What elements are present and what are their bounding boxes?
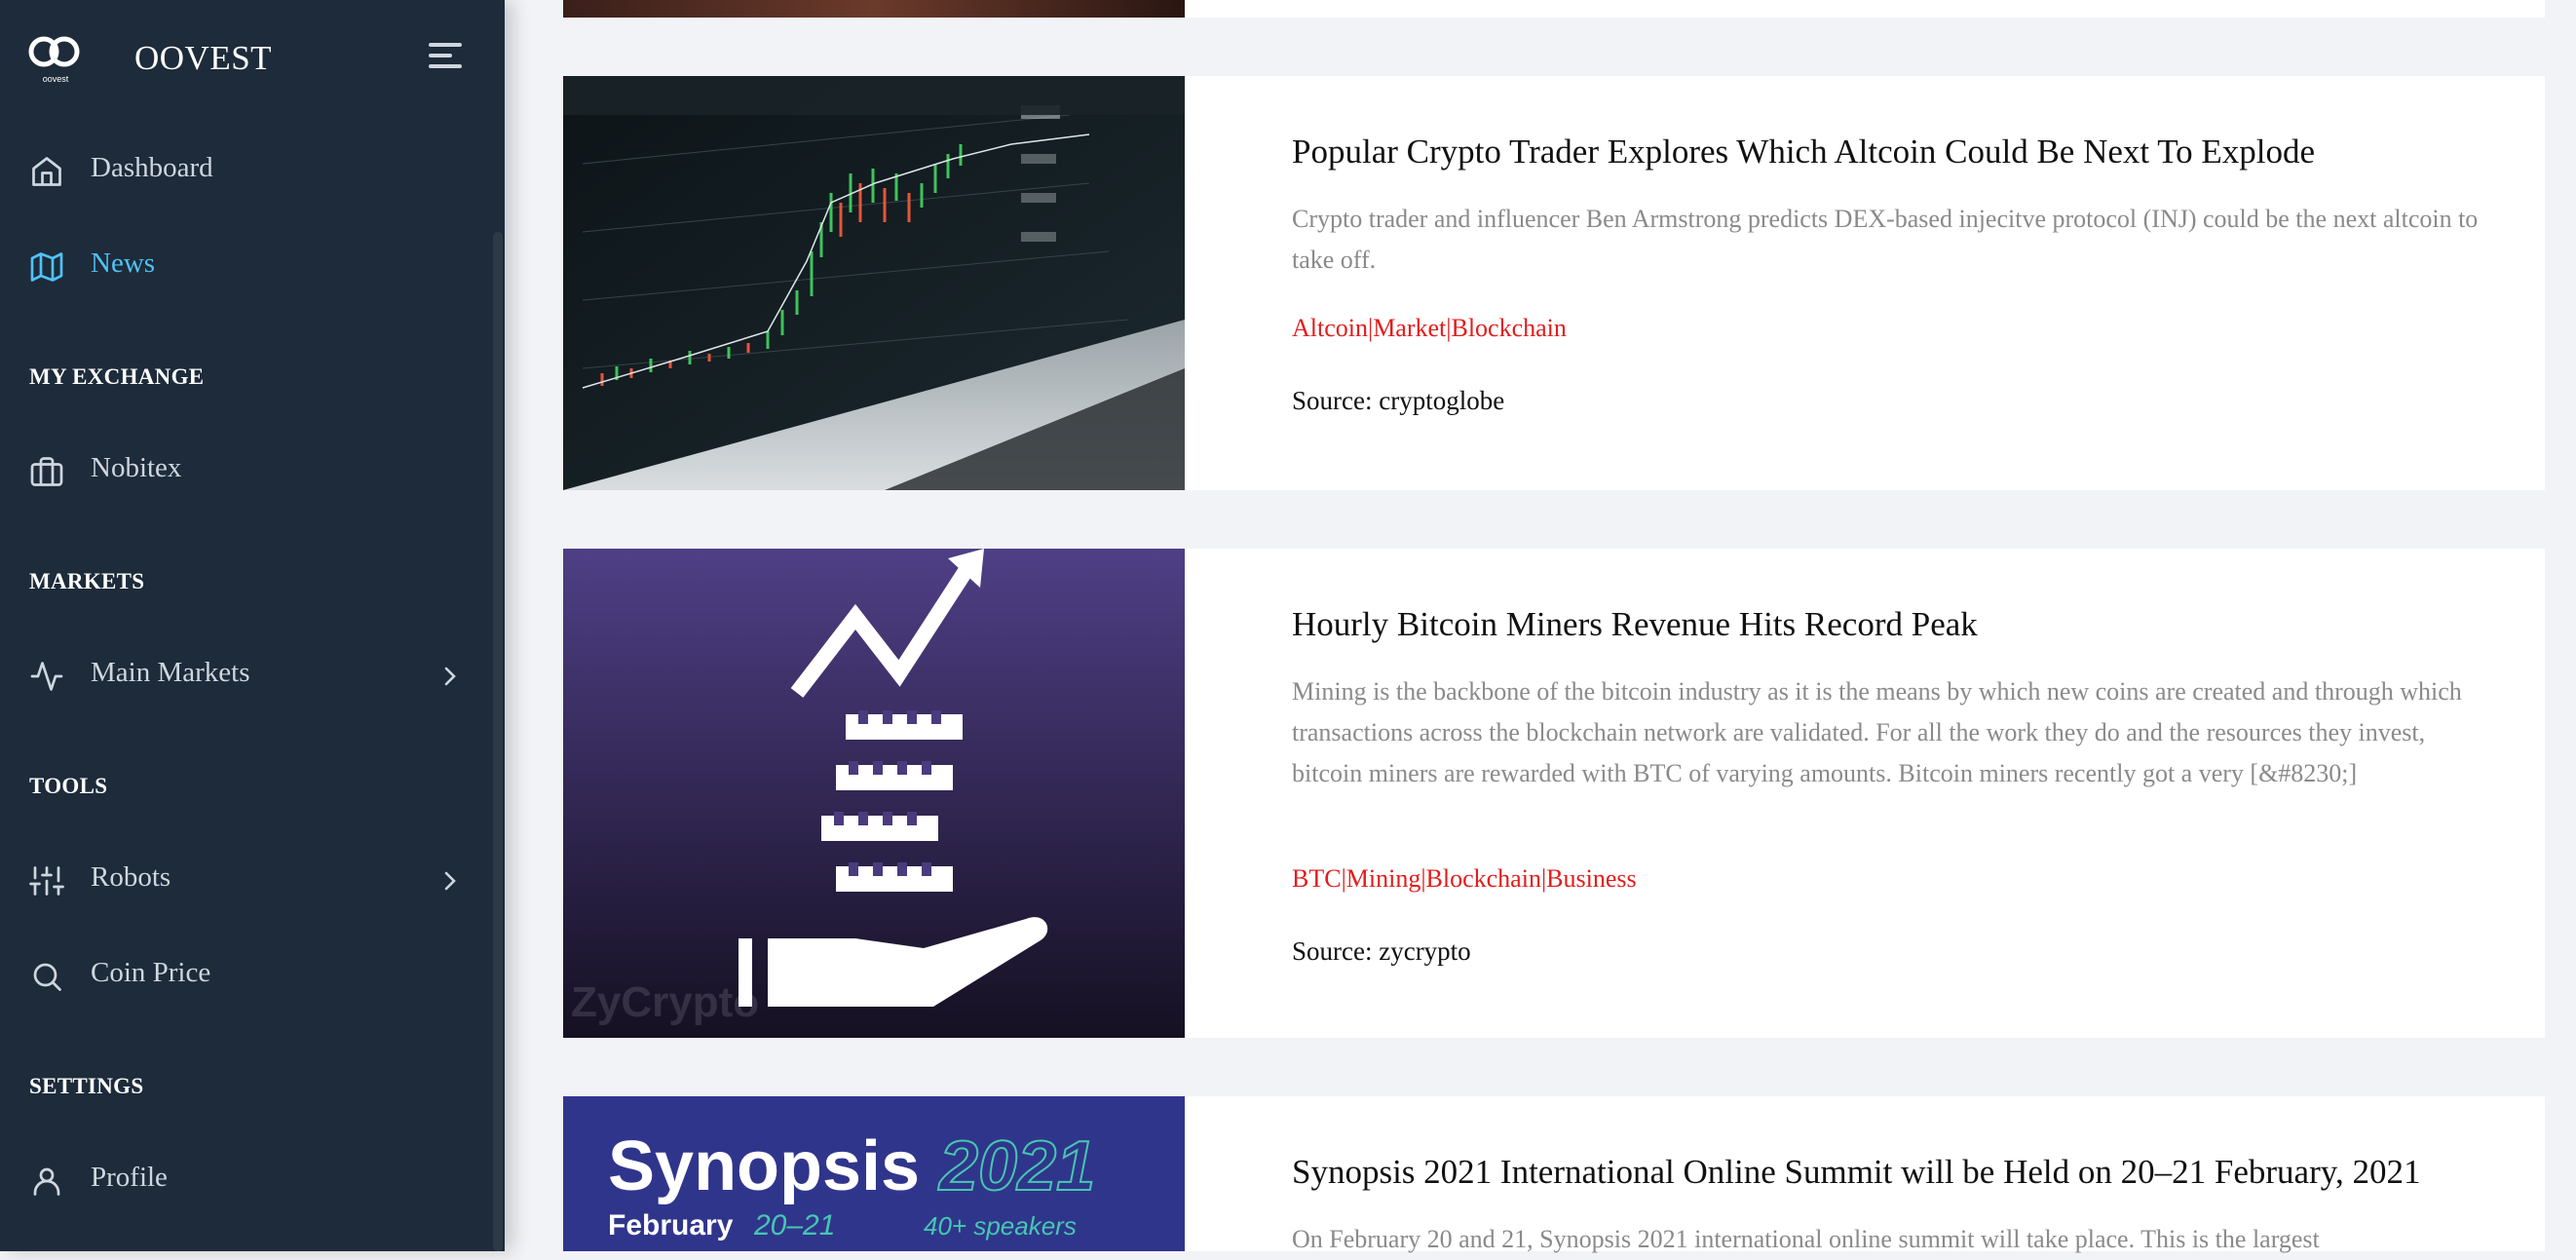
search-icon — [33, 963, 61, 991]
brand-name: OOVEST — [134, 39, 273, 77]
sidebar-item-coin-price[interactable]: Coin Price — [0, 937, 493, 1015]
activity-icon — [30, 662, 63, 691]
article-excerpt: On February 20 and 21, Synopsis 2021 int… — [1292, 1225, 2320, 1253]
sidebar-item-label: News — [91, 248, 156, 279]
sidebar-item-profile[interactable]: Profile — [0, 1142, 493, 1220]
sidebar-item-dashboard[interactable]: Dashboard — [0, 133, 493, 210]
briefcase-icon — [30, 457, 63, 486]
news-card[interactable]: Popular Crypto Trader Explores Which Alt… — [563, 76, 2545, 490]
article-tags[interactable]: BTC|Mining|Blockchain|Business — [1292, 864, 1637, 894]
news-card[interactable]: Synopsis 2021 February 20–21 40+ speaker… — [563, 1096, 2545, 1253]
sidebar-item-label: Main Markets — [91, 657, 250, 688]
article-title[interactable]: Synopsis 2021 International Online Summi… — [1292, 1153, 2420, 1192]
section-heading-my-exchange: MY EXCHANGE — [29, 364, 205, 389]
svg-text:20–21: 20–21 — [753, 1209, 835, 1241]
svg-text:ZyCrypto: ZyCrypto — [571, 978, 759, 1026]
sidebar-item-label: Coin Price — [91, 957, 211, 988]
menu-toggle-icon[interactable] — [429, 43, 468, 74]
brand-header: oovest OOVEST — [0, 0, 505, 117]
svg-text:oovest: oovest — [43, 74, 69, 84]
sidebar-item-robots[interactable]: Robots — [0, 842, 493, 920]
news-card[interactable]: ZyCrypto Hourly Bitcoin Miners Revenue H… — [563, 549, 2545, 1038]
sidebar-item-label: Nobitex — [91, 452, 182, 483]
sidebar-scrollbar[interactable] — [493, 232, 503, 1251]
svg-text:40+ speakers: 40+ speakers — [924, 1211, 1077, 1241]
sliders-icon — [29, 866, 64, 896]
section-heading-markets: MARKETS — [29, 569, 145, 593]
sidebar-item-label: Dashboard — [91, 152, 213, 183]
article-source: Source: zycrypto — [1292, 936, 1471, 966]
news-card-previous[interactable] — [563, 0, 2545, 18]
sidebar-item-news[interactable]: News — [0, 228, 493, 306]
sidebar-item-nobitex[interactable]: Nobitex — [0, 433, 493, 511]
sidebar: oovest OOVEST Dashboard News MY EXCHANGE… — [0, 0, 505, 1251]
article-title[interactable]: Hourly Bitcoin Miners Revenue Hits Recor… — [1292, 605, 1978, 644]
home-icon — [32, 157, 61, 186]
svg-text:Synopsis: Synopsis — [608, 1127, 920, 1205]
svg-text:2021: 2021 — [937, 1127, 1095, 1205]
sidebar-item-label: Profile — [91, 1162, 168, 1193]
sidebar-item-main-markets[interactable]: Main Markets — [0, 637, 493, 715]
svg-text:February: February — [608, 1209, 734, 1241]
section-heading-settings: SETTINGS — [29, 1074, 144, 1098]
article-tags[interactable]: Altcoin|Market|Blockchain — [1292, 314, 1567, 343]
news-thumbnail[interactable] — [563, 76, 1185, 490]
previous-article-image — [563, 0, 1185, 18]
synopsis-2021-banner-image: Synopsis 2021 February 20–21 40+ speaker… — [563, 1096, 1185, 1251]
chevron-right-icon — [444, 871, 456, 891]
news-thumbnail[interactable]: ZyCrypto — [563, 549, 1185, 1038]
zycrypto-hand-coins-image: ZyCrypto — [563, 549, 1185, 1038]
article-excerpt: Mining is the backbone of the bitcoin in… — [1292, 677, 2462, 787]
news-thumbnail[interactable]: Synopsis 2021 February 20–21 40+ speaker… — [563, 1096, 1185, 1251]
article-source: Source: cryptoglobe — [1292, 386, 1505, 415]
oovest-logo: oovest — [28, 36, 80, 84]
chevron-right-icon — [444, 667, 456, 686]
news-thumbnail[interactable] — [563, 0, 1185, 18]
user-icon — [33, 1167, 60, 1196]
article-title[interactable]: Popular Crypto Trader Explores Which Alt… — [1292, 133, 2315, 172]
laptop-trading-chart-image — [563, 76, 1185, 490]
sidebar-item-label: Robots — [91, 861, 171, 893]
article-excerpt: Crypto trader and influencer Ben Armstro… — [1292, 205, 2479, 274]
section-heading-tools: TOOLS — [29, 774, 108, 798]
map-icon — [30, 252, 63, 282]
